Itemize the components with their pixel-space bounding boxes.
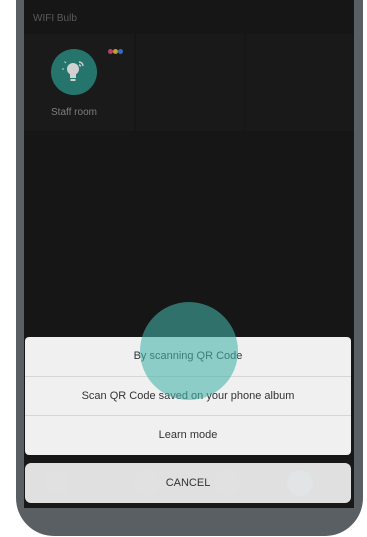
app-screen: WIFI Bulb Staff room By scanning QR Code… xyxy=(24,0,354,508)
learn-mode-option[interactable]: Learn mode xyxy=(25,416,351,455)
scan-qr-code-option[interactable]: By scanning QR Code xyxy=(25,337,351,376)
scan-album-qr-option[interactable]: Scan QR Code saved on your phone album xyxy=(25,377,351,416)
cancel-button[interactable]: CANCEL xyxy=(25,463,351,503)
action-sheet: By scanning QR Code Scan QR Code saved o… xyxy=(25,337,351,455)
